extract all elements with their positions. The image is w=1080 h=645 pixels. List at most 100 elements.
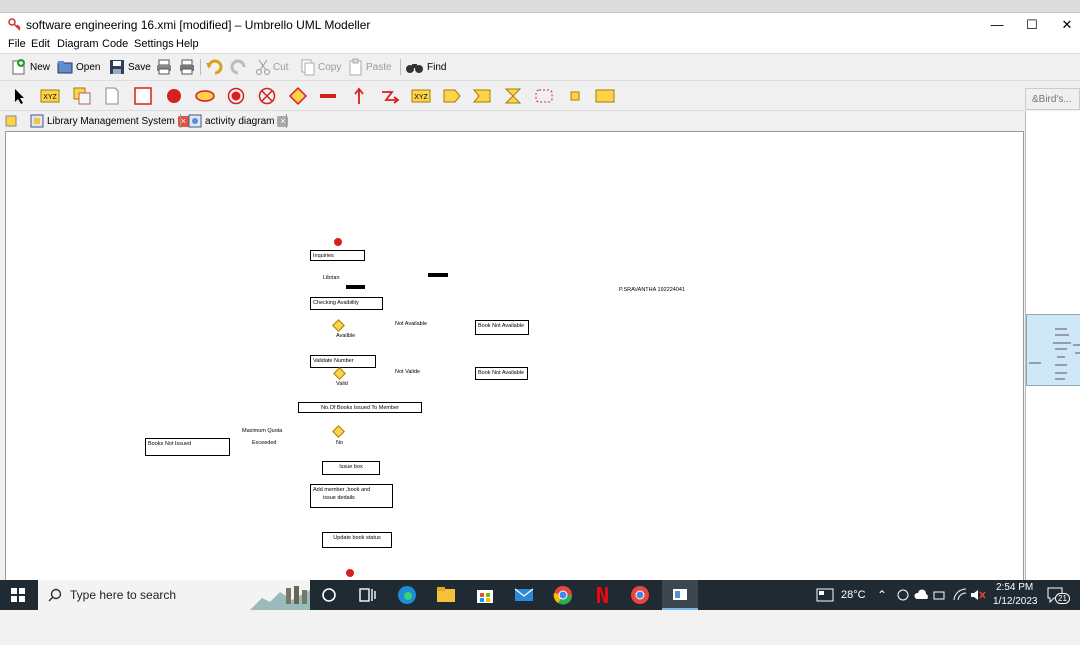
final-node[interactable] bbox=[346, 569, 354, 577]
print-preview-button[interactable] bbox=[178, 57, 196, 77]
redo-button[interactable] bbox=[228, 57, 248, 77]
exception-icon[interactable] bbox=[380, 86, 400, 106]
select-arrow-icon[interactable] bbox=[10, 86, 30, 106]
notification-center-button[interactable]: 21 bbox=[1046, 586, 1070, 604]
activity-book-not-available[interactable]: Book Not Available bbox=[475, 320, 529, 335]
windows-start-icon[interactable] bbox=[11, 588, 25, 602]
cortana-icon[interactable] bbox=[319, 585, 339, 605]
final-activity-icon[interactable] bbox=[257, 86, 277, 106]
new-tab-button[interactable] bbox=[2, 112, 22, 130]
network-icon[interactable] bbox=[933, 589, 947, 601]
decision-node[interactable] bbox=[332, 425, 345, 438]
menu-code[interactable]: Code bbox=[102, 38, 128, 50]
birds-eye-panel[interactable] bbox=[1025, 111, 1080, 581]
cut-button[interactable]: Cut bbox=[255, 57, 289, 77]
label-exceeded: Exceeded bbox=[252, 440, 277, 446]
menu-edit[interactable]: Edit bbox=[31, 38, 50, 50]
activity-add-member-book[interactable]: Add member ,book and issue dedails bbox=[310, 484, 393, 508]
meet-now-icon[interactable] bbox=[896, 588, 910, 602]
tab-library-management-system[interactable]: Library Management System × bbox=[28, 112, 191, 130]
menu-diagram[interactable]: Diagram bbox=[57, 38, 99, 50]
clock-time[interactable]: 2:54 PM bbox=[996, 582, 1033, 593]
send-signal-icon[interactable] bbox=[442, 86, 462, 106]
weather-temperature[interactable]: 28°C bbox=[841, 589, 866, 601]
accept-time-event-icon[interactable] bbox=[503, 86, 523, 106]
branch-merge-icon[interactable] bbox=[288, 86, 308, 106]
tab-activity-diagram[interactable]: activity diagram × bbox=[186, 112, 290, 130]
activity-books-not-issued[interactable]: Books Not Issued bbox=[145, 438, 230, 456]
news-widget-icon[interactable] bbox=[816, 588, 834, 602]
decision-node[interactable] bbox=[332, 319, 345, 332]
activity-validate-number[interactable]: Validate Number bbox=[310, 355, 376, 368]
open-button[interactable]: Open bbox=[56, 57, 100, 77]
maximize-button[interactable]: ☐ bbox=[1014, 15, 1050, 35]
object-node-xyz-icon[interactable]: XYZ bbox=[411, 86, 431, 106]
onedrive-cloud-icon[interactable] bbox=[914, 589, 930, 601]
chrome-icon[interactable] bbox=[553, 585, 573, 605]
activity-book-not-available-2[interactable]: Book Not Available bbox=[475, 367, 528, 380]
fork-bar[interactable] bbox=[346, 285, 365, 289]
screen-bottom-margin bbox=[0, 610, 1080, 645]
copy-button[interactable]: Copy bbox=[300, 57, 341, 77]
redo-icon bbox=[230, 59, 246, 75]
birds-eye-thumbnail bbox=[1029, 328, 1080, 380]
fork-bar[interactable] bbox=[428, 273, 448, 277]
decision-node[interactable] bbox=[333, 367, 346, 380]
text-xyz-icon[interactable]: XYZ bbox=[40, 86, 60, 106]
clock-date[interactable]: 1/12/2023 bbox=[993, 596, 1038, 607]
chevron-up-icon[interactable]: ⌃ bbox=[877, 588, 887, 602]
activity-inquiries[interactable]: Inquiries bbox=[310, 250, 365, 261]
print-button[interactable] bbox=[155, 57, 173, 77]
new-button[interactable]: New bbox=[10, 57, 50, 77]
box-icon[interactable] bbox=[133, 86, 153, 106]
taskbar-search-box[interactable]: Type here to search bbox=[38, 580, 310, 610]
note-icon[interactable] bbox=[72, 86, 92, 106]
menu-help[interactable]: Help bbox=[176, 38, 199, 50]
undo-button[interactable] bbox=[205, 57, 225, 77]
activity-issue-box[interactable]: Issue box bbox=[322, 461, 380, 475]
netflix-icon[interactable] bbox=[592, 585, 612, 605]
accept-signal-icon[interactable] bbox=[472, 86, 492, 106]
initial-activity-icon[interactable] bbox=[164, 86, 184, 106]
close-button[interactable]: ✕ bbox=[1049, 15, 1080, 35]
activity-no-of-books-issued[interactable]: No.Of Books Issued To Member bbox=[298, 402, 422, 413]
edge-browser-icon[interactable] bbox=[397, 585, 417, 605]
end-activity-icon[interactable] bbox=[226, 86, 246, 106]
label-availble: Availble bbox=[336, 333, 356, 339]
birds-eye-viewport[interactable] bbox=[1026, 314, 1080, 386]
file-explorer-icon[interactable] bbox=[436, 585, 456, 605]
toolbar-separator bbox=[400, 59, 401, 75]
scissors-icon bbox=[256, 59, 270, 75]
diagram-tab-bar: Library Management System × activity dia… bbox=[0, 110, 1024, 130]
label-not-available: Not Available bbox=[395, 321, 428, 327]
search-placeholder: Type here to search bbox=[70, 588, 177, 602]
activity-transition-icon[interactable] bbox=[349, 86, 369, 106]
birds-eye-title[interactable]: &Bird's... bbox=[1025, 88, 1080, 110]
activity-update-book-status[interactable]: Update book status bbox=[322, 532, 392, 548]
copy-icon bbox=[301, 59, 315, 76]
chrome-profile-icon[interactable] bbox=[630, 585, 650, 605]
minimize-button[interactable]: — bbox=[979, 15, 1015, 35]
save-button[interactable]: Save bbox=[108, 57, 151, 77]
umbrello-taskbar-icon bbox=[673, 589, 687, 600]
activity-checking-avaibility[interactable]: Checking Avaibility bbox=[310, 297, 383, 310]
menu-settings[interactable]: Settings bbox=[134, 38, 174, 50]
paste-button[interactable]: Paste bbox=[348, 57, 392, 77]
diagram-canvas[interactable]: Inquiries Librian Checking Avaibility P.… bbox=[5, 131, 1024, 581]
region-icon[interactable] bbox=[534, 86, 554, 106]
task-view-icon[interactable] bbox=[357, 585, 377, 605]
wifi-icon[interactable] bbox=[953, 588, 967, 602]
menu-file[interactable]: File bbox=[8, 38, 26, 50]
umbrello-taskbar-button[interactable] bbox=[662, 580, 698, 610]
activity-icon[interactable] bbox=[195, 86, 215, 106]
volume-muted-icon[interactable] bbox=[970, 588, 986, 602]
microsoft-store-icon[interactable] bbox=[475, 585, 495, 605]
find-button[interactable]: Find bbox=[405, 57, 446, 77]
partition-icon[interactable] bbox=[595, 86, 615, 106]
fork-join-icon[interactable] bbox=[318, 86, 338, 106]
mail-icon[interactable] bbox=[514, 585, 534, 605]
pin-icon[interactable] bbox=[565, 86, 585, 106]
anchor-icon[interactable] bbox=[102, 86, 122, 106]
search-icon bbox=[48, 588, 62, 602]
initial-node[interactable] bbox=[334, 238, 342, 246]
